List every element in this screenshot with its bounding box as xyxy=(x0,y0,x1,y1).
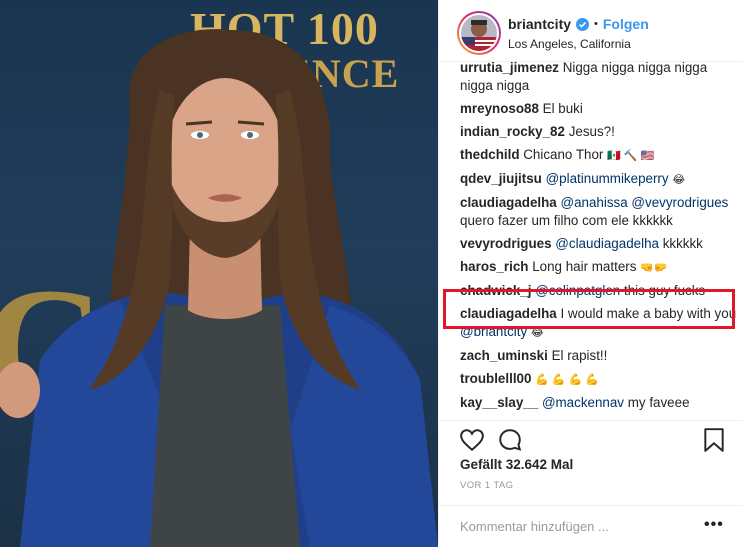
comment-emoji: 🤜🤛 xyxy=(640,262,668,274)
comment-username[interactable]: qdev_jiujitsu xyxy=(460,171,542,186)
comment-item: urrutia_jimenez Nigga nigga nigga nigga … xyxy=(460,62,738,95)
comment-emoji: 😂 xyxy=(530,327,544,339)
comment-text: quero fazer um filho com ele kkkkkk xyxy=(460,213,673,228)
location-link[interactable]: Los Angeles, California xyxy=(508,37,631,51)
man-portrait xyxy=(0,29,438,547)
comment-username[interactable]: urrutia_jimenez xyxy=(460,62,559,75)
comment-username[interactable]: vevyrodrigues xyxy=(460,236,552,251)
comment-item: zach_uminski El rapist!! xyxy=(460,347,738,365)
comment-item: kay__slay__ @mackennav my faveee xyxy=(460,394,738,412)
comment-item: chadwick_j @colinpatglen this guy fucks xyxy=(460,282,738,300)
comment-mention[interactable]: @platinummikeperry xyxy=(546,171,669,186)
avatar[interactable] xyxy=(457,11,501,55)
comment-text: kkkkkk xyxy=(662,236,703,251)
comment-item: vevyrodrigues @claudiagadelha kkkkkk xyxy=(460,235,738,253)
comment-item: haros_rich Long hair matters 🤜🤛 xyxy=(460,258,738,277)
comment-item: mreynoso88 El buki xyxy=(460,100,738,118)
verified-badge-icon xyxy=(576,17,590,31)
comment-emoji: 💪 💪 💪 💪 xyxy=(535,374,600,386)
separator-dot: • xyxy=(594,18,598,30)
comment-username[interactable]: mreynoso88 xyxy=(460,101,539,116)
comment-text: Long hair matters xyxy=(532,259,637,274)
post-sidebar: briantcity • Folgen Los Angeles, Califor… xyxy=(438,0,743,547)
follow-button[interactable]: Folgen xyxy=(603,16,649,32)
comment-mention[interactable]: @briantcity xyxy=(460,324,527,339)
bookmark-icon[interactable] xyxy=(702,427,726,453)
comment-item: qdev_jiujitsu @platinummikeperry 😂 xyxy=(460,170,738,189)
comment-username[interactable]: claudiagadelha xyxy=(460,306,557,321)
comment-text: I would make a baby with you xyxy=(560,306,737,321)
comment-text: El rapist!! xyxy=(551,348,608,363)
comment-username[interactable]: indian_rocky_82 xyxy=(460,124,565,139)
comment-username[interactable]: troublelll00 xyxy=(460,371,531,386)
comment-username[interactable]: thedchild xyxy=(460,147,520,162)
comment-mention[interactable]: @anahissa xyxy=(560,195,627,210)
comment-text: this guy fucks xyxy=(624,283,706,298)
comment-emoji: 😂 xyxy=(672,174,686,186)
comment-text: my faveee xyxy=(627,395,690,410)
comment-username[interactable]: kay__slay__ xyxy=(460,395,538,410)
like-count[interactable]: Gefällt 32.642 Mal xyxy=(460,457,573,472)
comment-item: claudiagadelha I would make a baby with … xyxy=(460,305,738,342)
comment-username[interactable]: zach_uminski xyxy=(460,348,548,363)
comment-username[interactable]: haros_rich xyxy=(460,259,528,274)
comment-text: Chicano Thor xyxy=(523,147,604,162)
comment-mention[interactable]: @vevyrodrigues xyxy=(631,195,728,210)
comment-mention[interactable]: @claudiagadelha xyxy=(555,236,659,251)
comment-text: El buki xyxy=(542,101,583,116)
post-header: briantcity • Folgen Los Angeles, Califor… xyxy=(439,0,743,62)
avatar-image xyxy=(461,15,497,51)
comment-mention[interactable]: @colinpatglen xyxy=(535,283,620,298)
comment-icon[interactable] xyxy=(497,427,523,453)
action-bar xyxy=(439,420,743,462)
comment-item: indian_rocky_82 Jesus?! xyxy=(460,123,738,141)
post-photo[interactable]: HOT 100 ERIENCE C xyxy=(0,0,438,547)
comment-list[interactable]: urrutia_jimenez Nigga nigga nigga nigga … xyxy=(460,62,738,420)
comment-mention[interactable]: @mackennav xyxy=(542,395,624,410)
comment-item: troublelll00 💪 💪 💪 💪 xyxy=(460,370,738,389)
post-timestamp[interactable]: VOR 1 TAG xyxy=(460,480,513,491)
comment-bar: ••• xyxy=(439,505,743,547)
comment-item: claudiagadelha @anahissa @vevyrodrigues … xyxy=(460,194,738,230)
comment-text: Jesus?! xyxy=(568,124,615,139)
comment-emoji: 🇲🇽 🔨 🇺🇸 xyxy=(607,150,655,162)
comment-input[interactable] xyxy=(460,516,700,536)
heart-icon[interactable] xyxy=(459,427,485,453)
comment-item: thedchild Chicano Thor 🇲🇽 🔨 🇺🇸 xyxy=(460,146,738,165)
comment-username[interactable]: chadwick_j xyxy=(460,283,531,298)
comment-username[interactable]: claudiagadelha xyxy=(460,195,557,210)
more-options-icon[interactable]: ••• xyxy=(704,516,724,534)
username[interactable]: briantcity xyxy=(508,16,571,32)
